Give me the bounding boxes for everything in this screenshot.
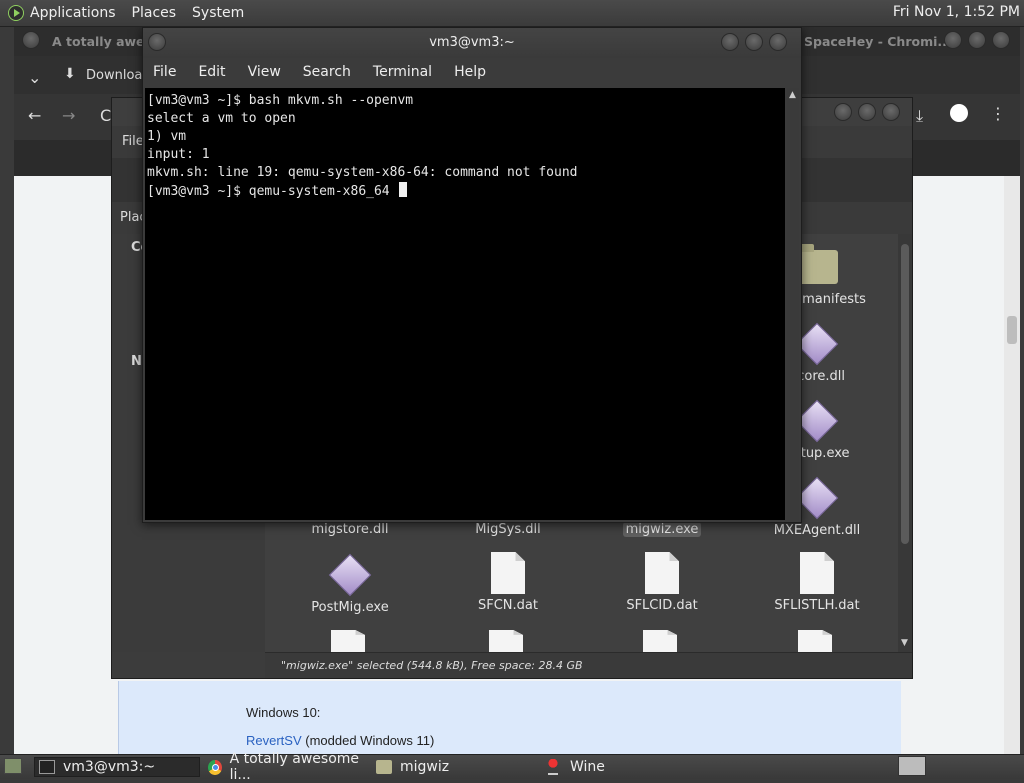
- chromium-window-buttons[interactable]: [944, 31, 1010, 49]
- terminal-menubar: File Edit View Search Terminal Help: [143, 58, 801, 86]
- terminal-titlebar[interactable]: vm3@vm3:~: [143, 28, 801, 58]
- terminal-icon: [39, 760, 55, 774]
- file-name: migwiz.exe: [622, 522, 702, 537]
- scrollbar-thumb[interactable]: [901, 244, 909, 544]
- taskbar: vm3@vm3:~ A totally awesome li... migwiz…: [0, 751, 1024, 783]
- file-grid-scrollbar[interactable]: ▼: [898, 234, 912, 652]
- folder-icon: [796, 244, 838, 284]
- wine-icon: [548, 759, 558, 775]
- edit-menu[interactable]: Edit: [198, 64, 225, 80]
- chromium-title-right: SpaceHey - Chromi...: [804, 34, 952, 49]
- exe-icon: [795, 399, 839, 443]
- content-card: Windows 10: RevertSV (modded Windows 11): [118, 681, 901, 754]
- document-icon[interactable]: [331, 630, 365, 652]
- terminal-line: select a vm to open: [147, 111, 296, 126]
- taskbar-label: A totally awesome li...: [229, 751, 360, 783]
- document-icon: [491, 552, 525, 594]
- document-icon: [645, 552, 679, 594]
- exe-icon: [328, 553, 372, 597]
- taskbar-label: migwiz: [400, 759, 450, 775]
- document-icon: [800, 552, 834, 594]
- section-heading: Windows 10:: [246, 705, 321, 720]
- chromium-icon: [208, 759, 222, 775]
- file-item[interactable]: PostMig.exe: [275, 553, 425, 615]
- download-icon[interactable]: ⬇: [64, 66, 76, 82]
- file-name: MXEAgent.dll: [773, 523, 861, 538]
- file-menu[interactable]: File: [153, 64, 176, 80]
- workspace-switcher-icon[interactable]: [898, 756, 926, 776]
- back-icon[interactable]: ←: [28, 106, 41, 125]
- chromium-window-menu-button[interactable]: [22, 31, 40, 49]
- file-item[interactable]: SFLCID.dat: [587, 552, 737, 613]
- status-bar: "migwiz.exe" selected (544.8 kB), Free s…: [265, 652, 912, 678]
- terminal-window-buttons[interactable]: [721, 33, 787, 51]
- file-menu[interactable]: File: [122, 134, 144, 149]
- file-name: SFCN.dat: [478, 598, 538, 613]
- terminal-line: [vm3@vm3 ~]$ bash mkvm.sh --openvm: [147, 93, 414, 108]
- text-cursor: [399, 182, 408, 197]
- terminal-line: input: 1: [147, 147, 210, 162]
- menu-dots-icon[interactable]: ⋮: [990, 104, 1006, 123]
- terminal-window: vm3@vm3:~ File Edit View Search Terminal…: [142, 27, 802, 523]
- file-item[interactable]: MigSys.dll: [433, 522, 583, 537]
- view-menu[interactable]: View: [248, 64, 281, 80]
- applications-menu[interactable]: Applications: [30, 5, 116, 21]
- document-icon[interactable]: [489, 630, 523, 652]
- show-desktop-icon[interactable]: [4, 758, 22, 774]
- terminal-menu[interactable]: Terminal: [373, 64, 432, 80]
- file-name: SFLCID.dat: [626, 598, 698, 613]
- terminal-prompt-line[interactable]: [vm3@vm3 ~]$ qemu-system-x86_64: [147, 182, 577, 201]
- file-item[interactable]: migstore.dll: [275, 522, 425, 537]
- document-icon[interactable]: [798, 630, 832, 652]
- download-button[interactable]: Download: [86, 68, 151, 83]
- terminal-scrollbar[interactable]: ▲: [787, 88, 799, 520]
- file-name: migstore.dll: [311, 522, 389, 537]
- help-menu[interactable]: Help: [454, 64, 486, 80]
- terminal-prompt: [vm3@vm3 ~]$ qemu-system-x86_64: [147, 184, 398, 199]
- reload-icon[interactable]: C: [100, 106, 111, 125]
- scroll-down-icon[interactable]: ▼: [901, 638, 908, 648]
- file-name: PostMig.exe: [311, 600, 389, 615]
- scroll-up-icon[interactable]: ▲: [789, 90, 796, 100]
- link-suffix: (modded Windows 11): [305, 733, 435, 748]
- file-name: MigSys.dll: [475, 522, 541, 537]
- taskbar-item-chromium[interactable]: A totally awesome li...: [204, 751, 370, 783]
- taskbar-item-file-manager[interactable]: migwiz: [372, 757, 536, 777]
- terminal-output[interactable]: [vm3@vm3 ~]$ bash mkvm.sh --openvm select…: [145, 88, 785, 520]
- applications-icon[interactable]: [8, 5, 24, 21]
- revertsv-link[interactable]: RevertSV: [246, 733, 302, 748]
- terminal-line: mkvm.sh: line 19: qemu-system-x86-64: co…: [147, 165, 578, 180]
- document-icon[interactable]: [643, 630, 677, 652]
- chevron-down-icon[interactable]: ⌄: [28, 68, 41, 87]
- system-menu[interactable]: System: [192, 5, 244, 21]
- file-name: SFLISTLH.dat: [774, 598, 860, 613]
- terminal-line: 1) vm: [147, 129, 187, 144]
- folder-icon: [376, 760, 392, 774]
- file-manager-window-buttons[interactable]: [834, 103, 900, 121]
- terminal-title: vm3@vm3:~: [429, 35, 515, 50]
- top-panel: Applications Places System Fri Nov 1, 1:…: [0, 0, 1024, 27]
- clock[interactable]: Fri Nov 1, 1:52 PM: [893, 4, 1020, 20]
- file-item-selected[interactable]: migwiz.exe: [587, 522, 737, 537]
- forward-icon[interactable]: →: [62, 106, 75, 125]
- profile-icon[interactable]: [950, 104, 968, 122]
- file-item[interactable]: SFCN.dat: [433, 552, 583, 613]
- places-menu[interactable]: Places: [132, 5, 177, 21]
- taskbar-item-terminal[interactable]: vm3@vm3:~: [34, 757, 200, 777]
- scrollbar-thumb[interactable]: [1007, 316, 1017, 344]
- taskbar-label: vm3@vm3:~: [63, 759, 156, 775]
- exe-icon: [795, 476, 839, 520]
- taskbar-label: Wine: [570, 759, 605, 775]
- file-item[interactable]: SFLISTLH.dat: [742, 552, 892, 613]
- page-scrollbar[interactable]: [1004, 176, 1020, 754]
- taskbar-item-wine[interactable]: Wine: [540, 757, 704, 777]
- download-icon-toolbar[interactable]: ⤓: [916, 106, 923, 126]
- exe-icon: [795, 322, 839, 366]
- search-menu[interactable]: Search: [303, 64, 351, 80]
